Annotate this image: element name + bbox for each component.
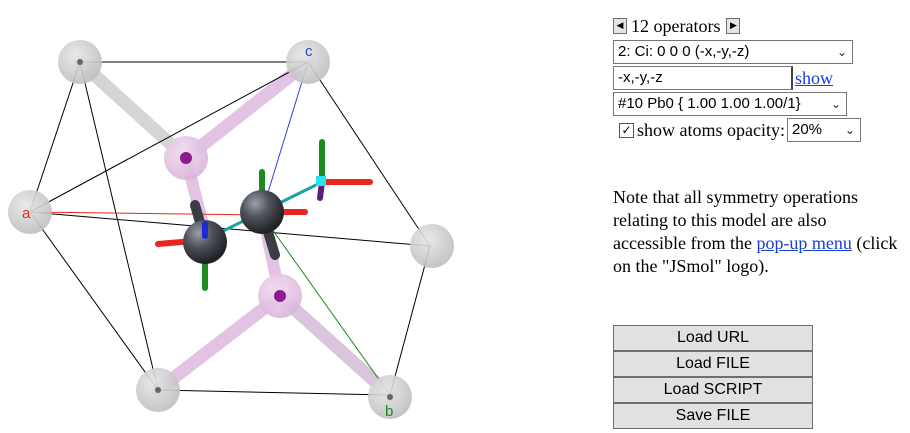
save-file-button[interactable]: Save FILE (613, 403, 813, 429)
opacity-select[interactable]: 20% ⌄ (786, 118, 861, 142)
file-buttons: Load URL Load FILE Load SCRIPT Save FILE (613, 325, 813, 429)
chevron-down-icon: ⌄ (830, 97, 841, 111)
corner-dot (77, 59, 83, 65)
cyan-marker (316, 176, 326, 186)
ghost-bonds (73, 55, 397, 402)
load-file-button[interactable]: Load FILE (613, 351, 813, 377)
opacity-select-value: 20% (791, 121, 823, 138)
show-atoms-label: show atoms opacity: (637, 119, 785, 140)
note-text: Note that all symmetry operations relati… (613, 186, 898, 278)
molecule-canvas[interactable]: a b c (0, 0, 600, 428)
chevron-down-icon: ⌄ (844, 123, 855, 137)
axis-label-b: b (385, 403, 393, 420)
pb-atom-upper[interactable] (240, 190, 284, 234)
operator-nav: ◀ 12 operators ▶ (613, 14, 903, 38)
jsmol-viewer[interactable]: a b c (0, 0, 600, 428)
axis-label-c: c (305, 43, 313, 60)
ghost-atom-right (410, 224, 454, 268)
purple-marker-lower (274, 290, 286, 302)
show-atoms-checkbox[interactable]: ✓ (619, 122, 634, 138)
chevron-down-icon: ⌄ (836, 45, 847, 59)
opacity-row: ✓ show atoms opacity: 20% ⌄ (613, 118, 903, 142)
triangle-left-icon: ◀ (616, 21, 624, 31)
atom-select[interactable]: #10 Pb0 { 1.00 1.00 1.00/1} ⌄ (613, 92, 847, 116)
corner-dot (155, 387, 161, 393)
axis-label-a: a (22, 205, 31, 222)
next-operator-button[interactable]: ▶ (726, 18, 741, 34)
operator-select-value: 2: Ci: 0 0 0 (-x,-y,-z) (618, 43, 750, 60)
operator-select[interactable]: 2: Ci: 0 0 0 (-x,-y,-z) ⌄ (613, 40, 853, 64)
triangle-right-icon: ▶ (730, 21, 737, 31)
load-url-button[interactable]: Load URL (613, 325, 813, 351)
purple-marker-upper (180, 152, 192, 164)
symmetry-panel: ◀ 12 operators ▶ 2: Ci: 0 0 0 (-x,-y,-z)… (613, 14, 903, 429)
popup-menu-link[interactable]: pop-up menu (756, 233, 851, 253)
atom-select-value: #10 Pb0 { 1.00 1.00 1.00/1} (618, 95, 801, 112)
corner-dot (387, 394, 393, 400)
load-script-button[interactable]: Load SCRIPT (613, 377, 813, 403)
show-link[interactable]: show (795, 68, 833, 89)
operation-input[interactable]: -x,-y,-z (613, 66, 793, 90)
operator-count: 12 operators (631, 15, 721, 36)
prev-operator-button[interactable]: ◀ (613, 18, 627, 34)
